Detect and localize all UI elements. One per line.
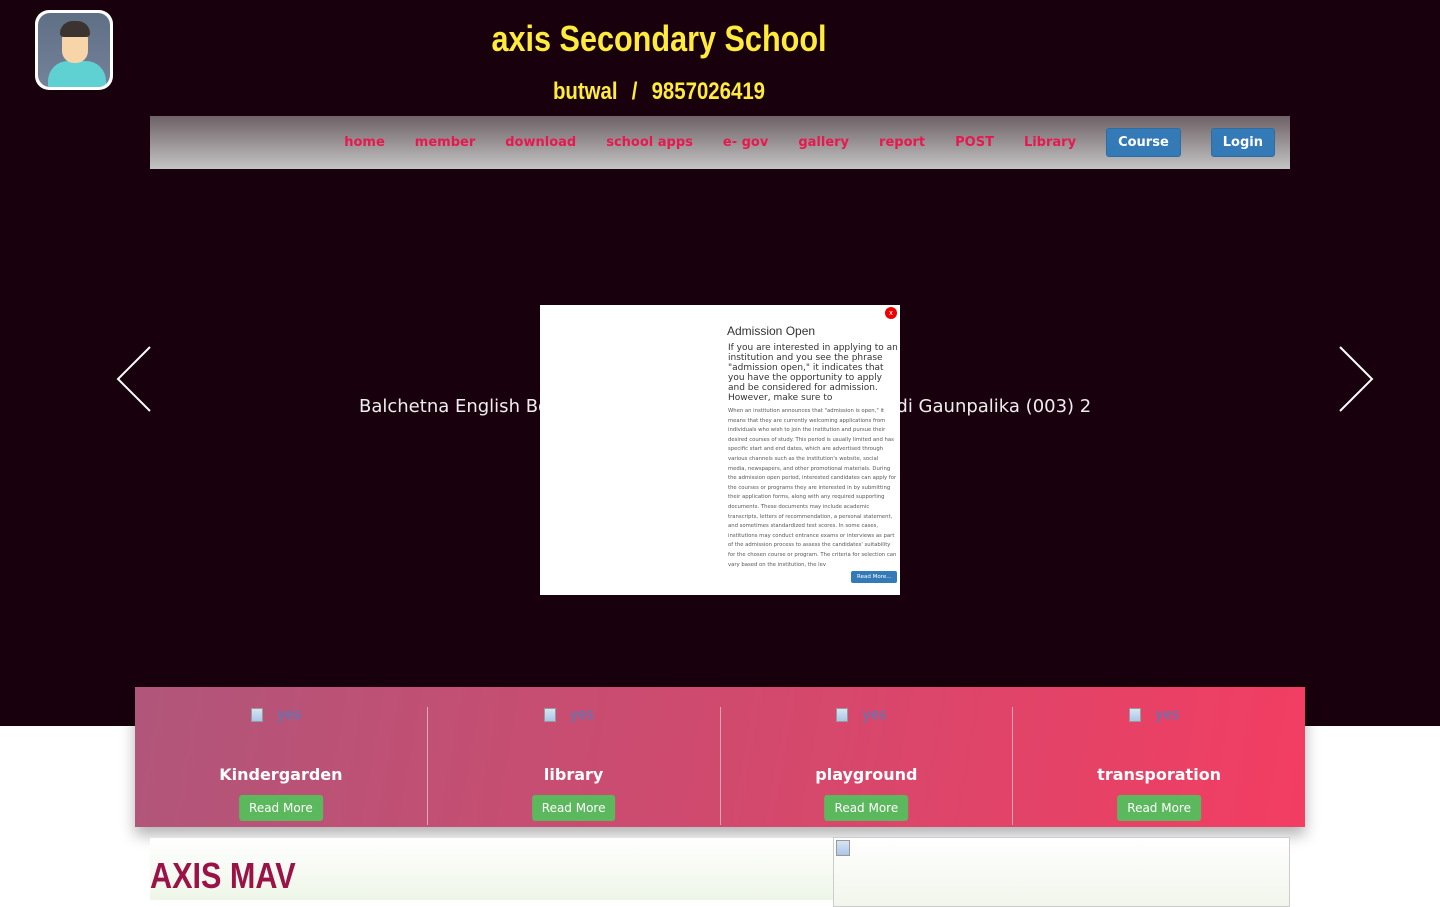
broken-image-icon — [836, 840, 850, 856]
read-more-button[interactable]: Read More — [239, 795, 323, 821]
read-more-button[interactable]: Read More — [824, 795, 909, 821]
separator: / — [631, 78, 638, 105]
about-heading: AXIS MAV — [150, 855, 296, 896]
login-button[interactable]: Login — [1210, 128, 1275, 157]
service-card: yes library Read More — [428, 707, 721, 825]
nav-download[interactable]: download — [505, 135, 576, 150]
read-more-button[interactable]: Read More — [1117, 795, 1201, 821]
school-name: axis Secondary School — [491, 18, 827, 59]
main-nav: home member download school apps e- gov … — [150, 116, 1290, 169]
close-icon[interactable]: x — [885, 307, 897, 319]
broken-image-icon: yes — [250, 707, 302, 723]
popup-title: Admission Open — [727, 324, 816, 338]
next-arrow-icon[interactable] — [1338, 346, 1374, 412]
slide-caption-left: Balchetna English Bo — [359, 396, 550, 417]
nav-member[interactable]: member — [415, 135, 475, 150]
popup-lead: If you are interested in applying to an … — [728, 343, 898, 403]
service-card: yes Kindergarden Read More — [135, 707, 428, 825]
nav-report[interactable]: report — [879, 135, 925, 150]
popup-body: When an institution announces that "admi… — [728, 408, 897, 568]
nav-post[interactable]: POST — [955, 135, 994, 150]
service-name: transporation — [1097, 765, 1222, 784]
image-alt: yes — [862, 707, 887, 723]
broken-image-icon: yes — [543, 707, 594, 723]
image-alt: yes — [1155, 707, 1180, 723]
broken-image-icon: yes — [1129, 707, 1179, 723]
admission-popup: x Admission Open If you are interested i… — [540, 305, 900, 595]
image-alt: yes — [276, 707, 302, 723]
broken-image-icon: yes — [836, 707, 887, 723]
nav-home[interactable]: home — [344, 135, 385, 150]
school-contact: butwal / 9857026419 — [99, 78, 1219, 106]
phone: 9857026419 — [651, 78, 766, 105]
services-band: yes Kindergarden Read More yes library Read … — [135, 687, 1305, 827]
image-alt: yes — [569, 707, 594, 723]
service-name: Kindergarden — [219, 765, 343, 784]
prev-arrow-icon[interactable] — [116, 346, 152, 412]
service-card: yes transporation Read More — [1013, 707, 1305, 825]
nav-library[interactable]: Library — [1024, 135, 1076, 150]
slide-caption-right: ndi Gaunpalika (003) 2 — [885, 396, 1092, 417]
location: butwal — [552, 78, 618, 105]
nav-gallery[interactable]: gallery — [798, 135, 849, 150]
course-button[interactable]: Course — [1106, 128, 1181, 157]
service-name: playground — [815, 765, 918, 784]
service-card: yes playground Read More — [721, 707, 1014, 825]
nav-school-apps[interactable]: school apps — [606, 135, 693, 150]
read-more-button[interactable]: Read More — [531, 795, 616, 821]
nav-e-gov[interactable]: e- gov — [723, 135, 768, 150]
read-more-button[interactable]: Read More... — [851, 571, 898, 583]
about-image — [833, 837, 1290, 907]
service-name: library — [543, 765, 604, 784]
